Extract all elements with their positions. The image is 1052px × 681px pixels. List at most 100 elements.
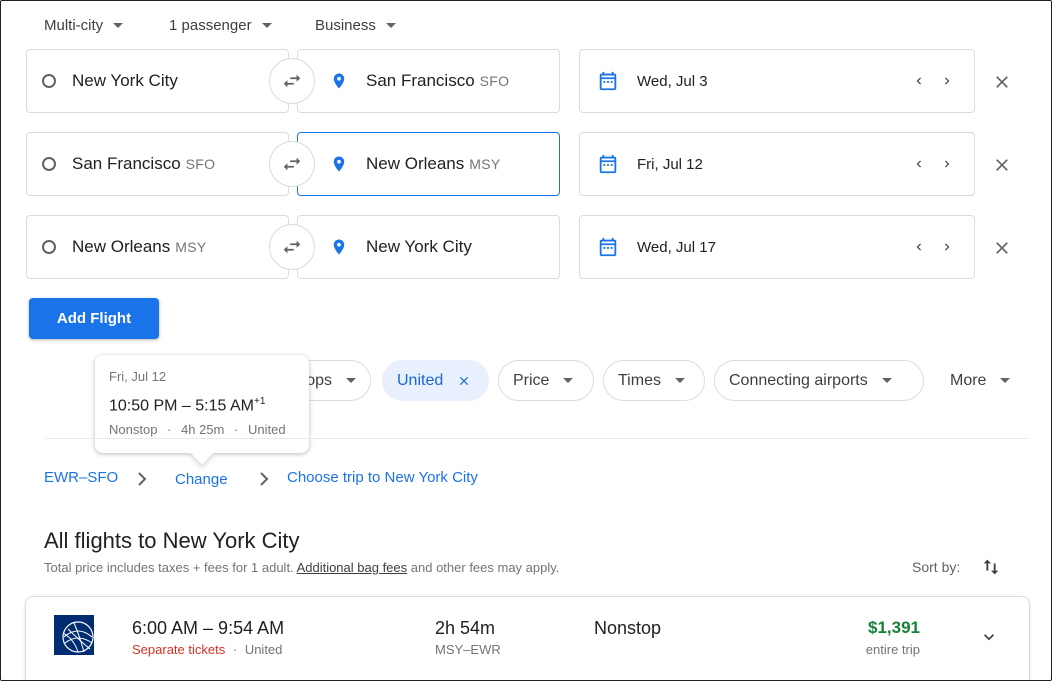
date-field-leg2[interactable]: Fri, Jul 12 xyxy=(579,132,975,196)
more-filters-button[interactable]: More xyxy=(935,360,1029,401)
flight-price: $1,391 xyxy=(868,618,920,637)
breadcrumb-chevron-icon xyxy=(138,472,147,486)
united-airlines-logo-icon xyxy=(54,615,94,655)
swap-button-leg1[interactable] xyxy=(269,58,315,104)
add-flight-button[interactable]: Add Flight xyxy=(29,298,159,339)
breadcrumb-leg1[interactable]: EWR–SFO xyxy=(44,469,118,486)
swap-button-leg3[interactable] xyxy=(269,224,315,270)
sort-by-label: Sort by: xyxy=(912,559,961,575)
price-note: entire trip xyxy=(865,642,920,657)
tooltip-date: Fri, Jul 12 xyxy=(109,369,167,384)
tooltip-duration: 4h 25m xyxy=(181,422,225,437)
location-pin-icon xyxy=(333,239,345,255)
destination-field-leg2[interactable]: New Orleans MSY xyxy=(297,132,560,196)
expand-chevron-icon[interactable] xyxy=(979,627,999,647)
calendar-icon xyxy=(599,154,617,174)
dropdown-arrow-icon xyxy=(385,22,396,28)
date-field-leg1[interactable]: Wed, Jul 3 xyxy=(579,49,975,113)
connecting-airports-filter-chip[interactable]: Connecting airports xyxy=(714,360,924,401)
date-text: Wed, Jul 3 xyxy=(637,72,708,90)
chevron-left-icon[interactable] xyxy=(912,74,926,88)
origin-code: SFO xyxy=(185,156,216,172)
dropdown-arrow-icon xyxy=(563,378,574,383)
clear-filter-icon[interactable] xyxy=(457,374,471,388)
passengers-dropdown[interactable]: 1 passenger xyxy=(169,15,272,35)
origin-field-leg1[interactable]: New York City xyxy=(26,49,289,113)
close-icon xyxy=(996,242,1008,254)
calendar-icon xyxy=(599,237,617,257)
origin-circle-icon xyxy=(42,157,56,171)
tooltip-time-range: 10:50 PM – 5:15 AM+1 xyxy=(109,396,265,415)
sort-icon[interactable] xyxy=(980,556,1002,578)
flight-search-page: Multi-city 1 passenger Business New York… xyxy=(0,0,1052,681)
location-pin-icon xyxy=(333,73,345,89)
connecting-airports-label: Connecting airports xyxy=(729,371,868,389)
chevron-right-icon[interactable] xyxy=(940,74,954,88)
origin-field-leg3[interactable]: New Orleans MSY xyxy=(26,215,289,279)
airline-filter-label: United xyxy=(397,371,444,389)
remove-leg1-button[interactable] xyxy=(990,70,1014,94)
remove-leg3-button[interactable] xyxy=(990,236,1014,260)
flight-result-card[interactable]: 6:00 AM – 9:54 AM Separate tickets · Uni… xyxy=(25,596,1030,680)
origin-city: New York City xyxy=(72,71,178,90)
destination-city: New York City xyxy=(366,237,472,256)
price-filter-chip[interactable]: Price xyxy=(498,360,594,401)
date-text: Wed, Jul 17 xyxy=(637,238,716,256)
tooltip-details: Nonstop · 4h 25m · United xyxy=(109,422,286,437)
dropdown-arrow-icon xyxy=(113,22,124,28)
tooltip-times: 10:50 PM – 5:15 AM xyxy=(109,397,254,415)
destination-code: SFO xyxy=(479,73,510,89)
day-offset: +1 xyxy=(253,396,266,407)
bag-fees-link[interactable]: Additional bag fees xyxy=(297,560,408,575)
swap-arrows-icon xyxy=(283,157,301,171)
calendar-icon xyxy=(599,71,617,91)
tooltip-airline: United xyxy=(247,422,286,437)
chevron-left-icon[interactable] xyxy=(912,157,926,171)
destination-code: MSY xyxy=(469,156,501,172)
dropdown-arrow-icon xyxy=(1000,378,1011,383)
separate-tickets-label: Separate tickets xyxy=(132,642,226,657)
origin-circle-icon xyxy=(42,240,56,254)
tooltip-stops: Nonstop xyxy=(109,422,158,437)
more-filters-label: More xyxy=(950,371,987,389)
destination-city: San Francisco xyxy=(366,71,475,90)
price-filter-label: Price xyxy=(513,371,550,389)
remove-leg2-button[interactable] xyxy=(990,153,1014,177)
destination-field-leg1[interactable]: San Francisco SFO xyxy=(297,49,560,113)
trip-type-label: Multi-city xyxy=(44,16,104,34)
location-pin-icon xyxy=(333,156,345,172)
cabin-class-label: Business xyxy=(315,16,376,34)
results-subtitle-prefix: Total price includes taxes + fees for 1 … xyxy=(44,560,297,575)
destination-city: New Orleans xyxy=(366,154,465,173)
times-filter-chip[interactable]: Times xyxy=(603,360,705,401)
stops-filter-label: ops xyxy=(306,371,332,389)
dropdown-arrow-icon xyxy=(261,22,272,28)
flight-times: 6:00 AM – 9:54 AM xyxy=(132,618,285,638)
swap-button-leg2[interactable] xyxy=(269,141,315,187)
date-field-leg3[interactable]: Wed, Jul 17 xyxy=(579,215,975,279)
chevron-right-icon[interactable] xyxy=(940,240,954,254)
cabin-class-dropdown[interactable]: Business xyxy=(315,15,396,35)
origin-circle-icon xyxy=(42,74,56,88)
origin-code: MSY xyxy=(175,239,207,255)
date-text: Fri, Jul 12 xyxy=(637,155,703,173)
chevron-right-icon[interactable] xyxy=(940,157,954,171)
chevron-left-icon[interactable] xyxy=(912,240,926,254)
origin-field-leg2[interactable]: San Francisco SFO xyxy=(26,132,289,196)
flight-route: MSY–EWR xyxy=(435,642,501,657)
origin-city: San Francisco xyxy=(72,154,181,173)
swap-arrows-icon xyxy=(283,240,301,254)
origin-city: New Orleans xyxy=(72,237,171,256)
close-icon xyxy=(996,76,1008,88)
airline-filter-chip[interactable]: United xyxy=(382,360,489,401)
breadcrumb-chevron-icon xyxy=(260,472,269,486)
breadcrumb-leg2[interactable]: Change xyxy=(175,471,228,488)
trip-type-dropdown[interactable]: Multi-city xyxy=(44,15,124,35)
flight-subinfo: Separate tickets · United xyxy=(132,642,283,657)
close-icon xyxy=(996,159,1008,171)
destination-field-leg3[interactable]: New York City xyxy=(297,215,560,279)
dropdown-arrow-icon xyxy=(674,378,685,383)
swap-arrows-icon xyxy=(283,74,301,88)
breadcrumb-leg3[interactable]: Choose trip to New York City xyxy=(287,469,478,486)
results-subtitle-suffix: and other fees may apply. xyxy=(407,560,560,575)
